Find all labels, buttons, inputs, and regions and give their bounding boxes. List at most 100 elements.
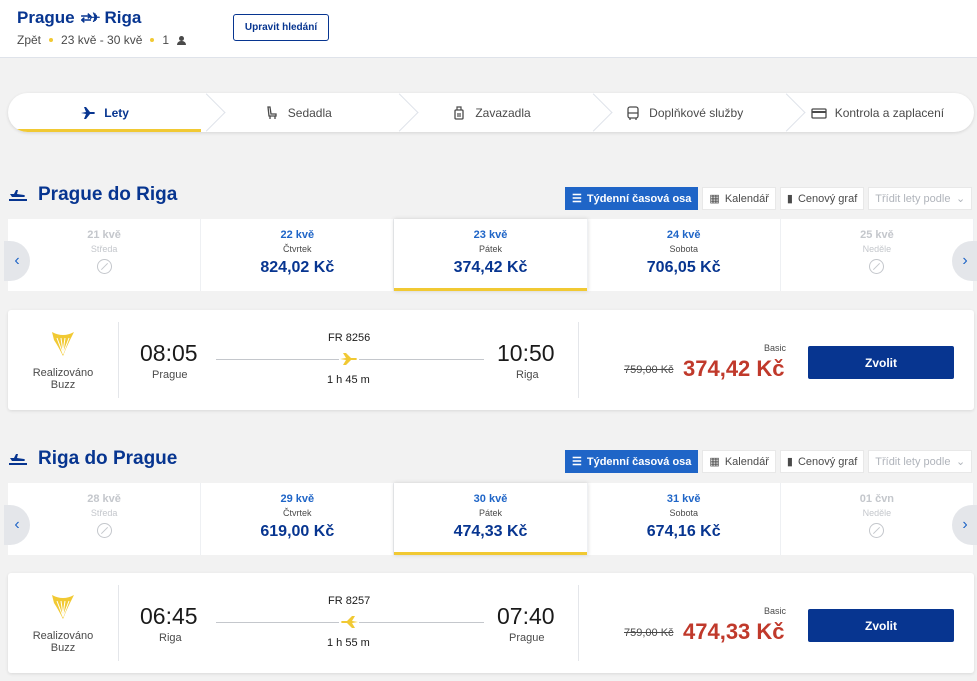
bar-chart-icon: ▮ xyxy=(786,456,793,468)
operator-line1: Realizováno xyxy=(32,367,94,379)
no-flight-icon xyxy=(96,259,112,274)
select-flight-button[interactable]: Zvolit xyxy=(808,609,954,642)
arrival-city: Prague xyxy=(509,632,545,644)
plane-icon xyxy=(339,353,359,365)
booking-stepper: Lety Sedadla Zavazadla Doplňkové služby … xyxy=(8,93,974,132)
no-flight-icon xyxy=(869,523,885,538)
date-option: 25 kvě Neděle xyxy=(781,219,975,291)
date-label: 29 kvě xyxy=(280,493,315,505)
sort-placeholder: Třídit lety podle xyxy=(875,192,951,205)
inbound-date-carousel: ‹ 28 kvě Středa 29 kvě Čtvrtek 619,00 Kč… xyxy=(4,483,977,555)
sort-flights-select[interactable]: Třídit lety podle ⌄ xyxy=(868,450,973,473)
divider xyxy=(578,585,579,661)
tab-label: Týdenní časová osa xyxy=(586,192,692,205)
operator-line2: Buzz xyxy=(50,642,76,654)
calendar-view-tab[interactable]: ▦ Kalendář xyxy=(702,450,776,473)
tab-label: Cenový graf xyxy=(797,455,858,468)
flight-duration: 1 h 45 m xyxy=(327,374,370,386)
departure-plane-icon xyxy=(9,190,27,201)
passenger-count: 1 xyxy=(162,33,170,47)
step-luggage[interactable]: Zavazadla xyxy=(394,93,587,132)
step-seats[interactable]: Sedadla xyxy=(201,93,394,132)
operator-line2: Buzz xyxy=(50,379,76,391)
fare-type: Basic xyxy=(764,606,787,616)
operator-info: Realizováno Buzz xyxy=(8,573,118,673)
weekday-label: Středa xyxy=(90,508,118,518)
date-label: 23 kvě xyxy=(473,229,508,241)
sort-flights-select[interactable]: Třídit lety podle ⌄ xyxy=(868,187,973,210)
edit-search-button[interactable]: Upravit hledání xyxy=(233,14,329,41)
date-price: 824,02 Kč xyxy=(260,259,335,276)
bus-icon xyxy=(627,105,639,120)
weekly-view-tab[interactable]: ☰ Týdenní časová osa xyxy=(565,450,699,473)
step-label: Lety xyxy=(104,105,129,120)
flight-duration: 1 h 55 m xyxy=(327,637,370,649)
separator-dot xyxy=(150,38,155,42)
inbound-flight-card[interactable]: Realizováno Buzz 06:45 Riga FR 8257 1 h … xyxy=(8,573,974,673)
arrival-time: 07:40 xyxy=(497,603,555,629)
sort-placeholder: Třídit lety podle xyxy=(875,455,951,468)
calendar-icon: ▦ xyxy=(709,193,720,205)
select-flight-button[interactable]: Zvolit xyxy=(808,346,954,379)
bar-chart-icon: ▮ xyxy=(786,193,793,205)
outbound-view-tabs: ☰ Týdenní časová osa ▦ Kalendář ▮ Cenový gr… xyxy=(565,187,973,210)
trip-type: Zpět xyxy=(17,33,42,47)
weekly-view-tab[interactable]: ☰ Týdenní časová osa xyxy=(565,187,699,210)
flight-number: FR 8257 xyxy=(328,595,371,607)
calendar-view-tab[interactable]: ▦ Kalendář xyxy=(702,187,776,210)
section-title-text: Prague do Riga xyxy=(38,184,178,205)
date-option[interactable]: 29 kvě Čtvrtek 619,00 Kč xyxy=(201,483,395,555)
weekday-label: Sobota xyxy=(669,508,698,518)
date-option: 21 kvě Středa xyxy=(8,219,202,291)
section-title-text: Riga do Prague xyxy=(38,448,178,469)
price-chart-tab[interactable]: ▮ Cenový graf xyxy=(779,187,865,210)
airline-harp-logo-icon xyxy=(52,595,74,619)
weekday-label: Sobota xyxy=(669,244,698,254)
date-option[interactable]: 31 kvě Sobota 674,16 Kč xyxy=(588,483,781,555)
inbound-view-tabs: ☰ Týdenní časová osa ▦ Kalendář ▮ Cenový gr… xyxy=(565,450,973,473)
date-option: 28 kvě Středa xyxy=(8,483,202,555)
weekday-label: Pátek xyxy=(479,244,503,254)
step-payment[interactable]: Kontrola a zaplacení xyxy=(781,93,974,132)
departure-city: Prague xyxy=(152,369,188,381)
date-price: 374,42 Kč xyxy=(453,259,528,276)
date-option[interactable]: 22 kvě Čtvrtek 824,02 Kč xyxy=(201,219,395,291)
luggage-icon xyxy=(454,105,464,120)
chevron-down-icon: ⌄ xyxy=(956,193,966,205)
plane-icon xyxy=(81,106,96,119)
inbound-section-title: Riga do Prague xyxy=(8,448,177,470)
original-price: 759,00 Kč xyxy=(624,364,674,376)
seat-icon xyxy=(267,105,277,119)
departure-plane-icon xyxy=(9,454,27,465)
price-chart-tab[interactable]: ▮ Cenový graf xyxy=(779,450,865,473)
separator-dot xyxy=(49,38,54,42)
person-icon xyxy=(177,35,187,45)
tab-label: Kalendář xyxy=(724,455,769,468)
destination-city: Riga xyxy=(104,8,142,27)
weekday-label: Čtvrtek xyxy=(283,244,312,254)
step-flights[interactable]: Lety xyxy=(8,93,202,132)
date-label: 21 kvě xyxy=(87,229,121,241)
date-option-selected[interactable]: 30 kvě Pátek 474,33 Kč xyxy=(394,483,588,555)
card-icon xyxy=(811,107,827,119)
outbound-flight-card[interactable]: Realizováno Buzz 08:05 Prague FR 8256 1 … xyxy=(8,310,974,410)
divider xyxy=(578,322,579,398)
date-option-selected[interactable]: 23 kvě Pátek 374,42 Kč xyxy=(394,219,588,291)
chevron-down-icon: ⌄ xyxy=(956,456,966,468)
date-price: 619,00 Kč xyxy=(260,523,335,540)
weekday-label: Středa xyxy=(90,244,118,254)
date-label: 31 kvě xyxy=(666,493,701,505)
top-header: Prague ⇄✈ Riga Zpět 23 kvě - 30 kvě 1 Up… xyxy=(0,0,977,58)
step-label: Doplňkové služby xyxy=(649,105,744,120)
date-option: 01 čvn Neděle xyxy=(781,483,975,555)
plane-icon xyxy=(339,616,359,628)
route-title: Prague ⇄✈ Riga xyxy=(17,8,141,28)
date-price: 706,05 Kč xyxy=(646,259,721,276)
step-extras[interactable]: Doplňkové služby xyxy=(588,93,781,132)
tab-label: Kalendář xyxy=(724,192,769,205)
operator-line1: Realizováno xyxy=(32,630,94,642)
calendar-icon: ▦ xyxy=(709,456,720,468)
date-option[interactable]: 24 kvě Sobota 706,05 Kč xyxy=(588,219,781,291)
tab-label: Týdenní časová osa xyxy=(586,455,692,468)
step-label: Sedadla xyxy=(287,105,332,120)
